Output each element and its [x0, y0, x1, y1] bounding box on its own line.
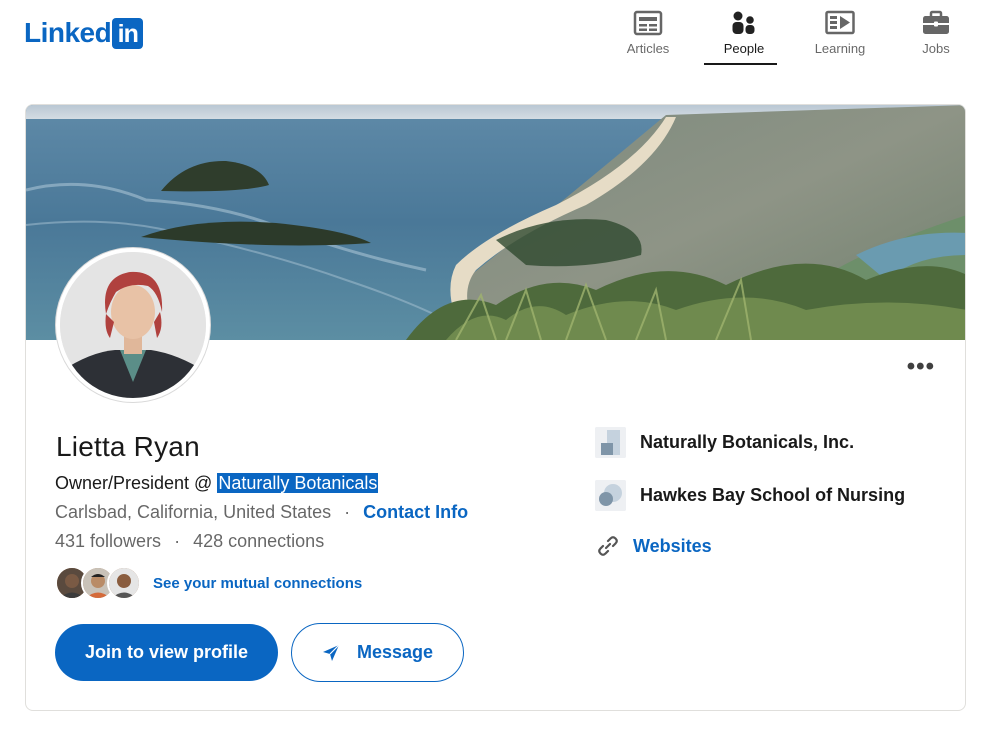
nav-articles[interactable]: Articles [600, 0, 696, 65]
profile-avatar[interactable] [56, 248, 210, 402]
articles-icon [633, 10, 663, 36]
top-nav: Articles People Learning Jobs [600, 0, 984, 65]
headline-company-highlight: Naturally Botanicals [217, 473, 379, 493]
nav-label: Jobs [922, 41, 950, 56]
school-logo-icon [595, 480, 626, 511]
profile-card: ••• Lietta Ryan Owner/President @ Natura… [25, 104, 966, 711]
join-to-view-profile-button[interactable]: Join to view profile [55, 624, 278, 681]
company-logo-icon [595, 427, 626, 458]
nav-label: Learning [814, 41, 866, 56]
school-name: Hawkes Bay School of Nursing [640, 485, 906, 505]
websites-row[interactable]: Websites [595, 535, 712, 557]
learning-icon [825, 10, 855, 35]
logo-in-box: in [112, 17, 144, 49]
current-company-row[interactable]: Naturally Botanicals, Inc. [595, 427, 854, 458]
nav-label: People [723, 41, 765, 56]
message-button[interactable]: Message [291, 623, 464, 682]
location-text: Carlsbad, California, United States [55, 502, 332, 522]
linkedin-logo[interactable]: Linked in [24, 17, 144, 49]
separator: · [344, 502, 351, 522]
mutual-faces [55, 566, 141, 600]
contact-info-link[interactable]: Contact Info [363, 502, 468, 522]
connections-count: 428 connections [193, 531, 325, 551]
send-icon [322, 644, 340, 661]
profile-stats: 431 followers · 428 connections [55, 531, 324, 552]
profile-location-row: Carlsbad, California, United States · Co… [55, 502, 468, 523]
nav-people[interactable]: People [696, 0, 792, 65]
link-icon [598, 536, 618, 556]
mutual-connections[interactable]: See your mutual connections [55, 566, 362, 600]
people-icon [732, 11, 755, 34]
websites-link[interactable]: Websites [633, 536, 712, 557]
avatar [107, 566, 141, 600]
profile-headline: Owner/President @ Naturally Botanicals [55, 473, 379, 494]
nav-label: Articles [626, 41, 670, 56]
followers-count: 431 followers [55, 531, 162, 551]
nav-jobs[interactable]: Jobs [888, 0, 984, 65]
more-options-button[interactable]: ••• [907, 355, 935, 379]
separator: · [174, 531, 181, 551]
message-label: Message [356, 642, 434, 662]
logo-text: Linked [24, 17, 112, 48]
headline-prefix: Owner/President @ [55, 473, 218, 493]
education-row[interactable]: Hawkes Bay School of Nursing [595, 480, 905, 511]
current-company-name: Naturally Botanicals, Inc. [640, 432, 855, 452]
nav-learning[interactable]: Learning [792, 0, 888, 65]
jobs-icon [923, 10, 949, 34]
mutual-connections-link[interactable]: See your mutual connections [153, 575, 362, 592]
profile-name: Lietta Ryan [56, 431, 200, 462]
